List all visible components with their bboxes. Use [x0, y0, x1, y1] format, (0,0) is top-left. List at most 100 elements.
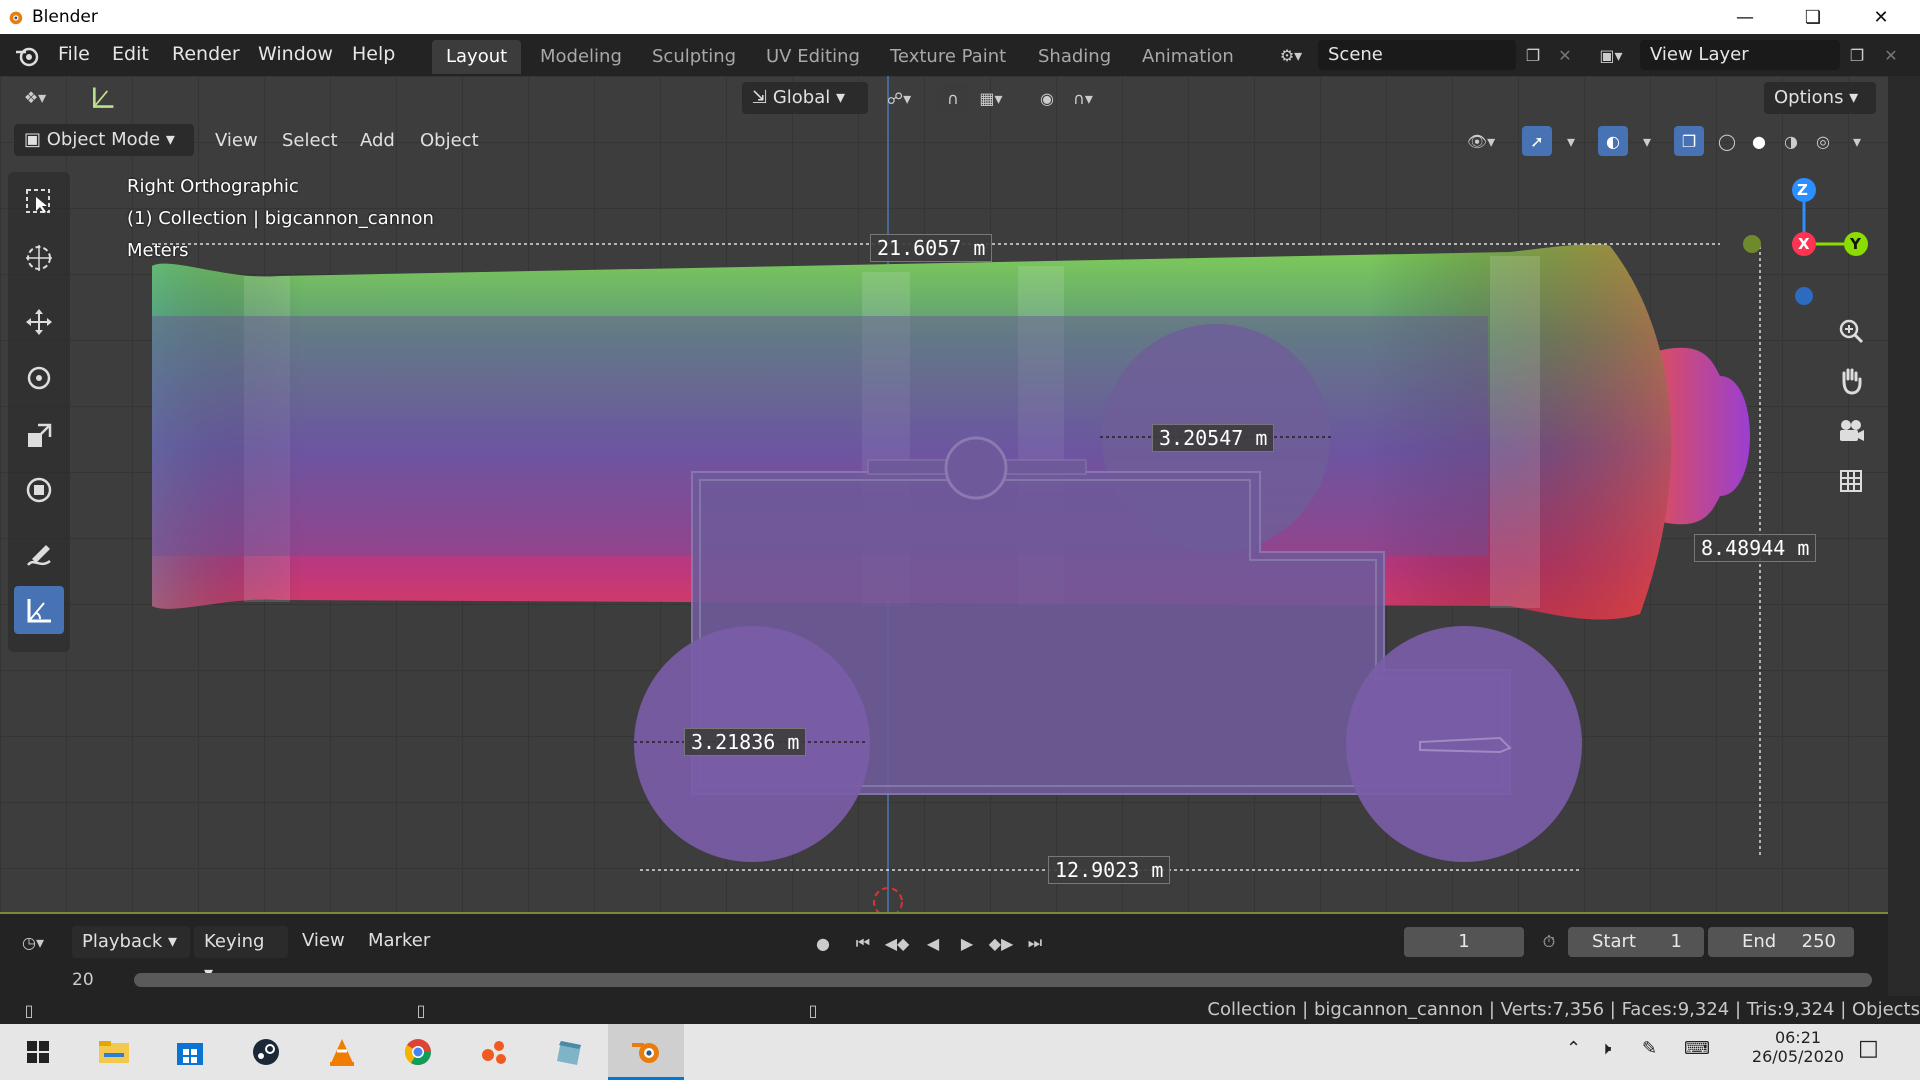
timeline-scrollbar[interactable] [134, 973, 1872, 987]
menu-window[interactable]: Window [258, 43, 333, 65]
pivot-point-icon[interactable]: ☍▾ [884, 83, 914, 113]
menu-file[interactable]: File [58, 43, 90, 65]
jump-start-icon[interactable]: ⏮ [848, 928, 878, 958]
viewport-menu-view[interactable]: View [215, 130, 258, 151]
timeline-ruler-first: 20 [72, 970, 94, 990]
delete-view-layer-icon[interactable]: ✕ [1876, 40, 1906, 70]
blender-logo-icon [9, 11, 23, 25]
viewport-menu-select[interactable]: Select [282, 130, 338, 151]
record-icon[interactable]: ● [808, 928, 838, 958]
restore-button[interactable]: ❏ [1784, 0, 1842, 34]
blender-icon[interactable] [608, 1024, 684, 1080]
tab-layout[interactable]: Layout [432, 40, 522, 74]
scene-name-field[interactable]: Scene [1318, 40, 1516, 70]
shading-rendered-icon[interactable]: ◎ [1808, 126, 1838, 156]
viewport-menu-object[interactable]: Object [420, 130, 479, 151]
start-frame-field[interactable]: Start 1 [1568, 927, 1704, 957]
new-view-layer-icon[interactable]: ❐ [1842, 40, 1872, 70]
blender-menu-icon[interactable] [14, 44, 40, 68]
overlays-toggle-icon[interactable]: ◐ [1598, 126, 1628, 156]
end-frame-field[interactable]: End 250 [1708, 927, 1854, 957]
volume-muted-icon[interactable]: 🕨 [1600, 1038, 1611, 1059]
shading-dropdown-icon[interactable]: ▾ [1842, 126, 1872, 156]
file-explorer-icon[interactable] [76, 1024, 152, 1080]
camera-view-icon[interactable] [1830, 410, 1872, 452]
shading-material-icon[interactable]: ◑ [1776, 126, 1806, 156]
viewport-menu-add[interactable]: Add [360, 130, 395, 151]
tab-texture-paint[interactable]: Texture Paint [876, 40, 1020, 74]
rotate-tool-icon[interactable] [14, 354, 64, 402]
transform-tool-icon[interactable] [14, 466, 64, 514]
delete-scene-icon[interactable]: ✕ [1550, 40, 1580, 70]
stopwatch-icon[interactable]: ⏱ [1534, 927, 1564, 957]
proportional-edit-icon[interactable]: ◉ [1032, 83, 1062, 113]
transform-orientation-dropdown[interactable]: ⇲ Global ▾ [742, 82, 868, 114]
ortho-grid-icon[interactable] [1830, 460, 1872, 502]
notifications-icon[interactable]: □ [1858, 1036, 1879, 1061]
current-frame-field[interactable]: 1 [1404, 927, 1524, 957]
end-value: 250 [1801, 931, 1836, 952]
pan-hand-icon[interactable] [1830, 360, 1872, 402]
gizmo-toggle-icon[interactable]: ➚ [1522, 126, 1552, 156]
close-window-button[interactable]: ✕ [1852, 0, 1910, 34]
zoom-icon[interactable] [1830, 310, 1872, 352]
next-keyframe-icon[interactable]: ◆▶ [986, 928, 1016, 958]
timeline-menu-marker[interactable]: Marker [368, 930, 430, 951]
gizmo-dropdown-icon[interactable]: ▾ [1556, 126, 1586, 156]
annotate-tool-icon[interactable] [14, 532, 64, 580]
menu-help[interactable]: Help [352, 43, 395, 65]
snap-target-icon[interactable]: ▦▾ [976, 83, 1006, 113]
tab-sculpting[interactable]: Sculpting [638, 40, 750, 74]
minimize-button[interactable]: — [1716, 0, 1774, 34]
tab-modeling[interactable]: Modeling [526, 40, 636, 74]
gizmo-x-label: X [1798, 235, 1810, 253]
clock[interactable]: 06:21 26/05/2020 [1750, 1028, 1846, 1066]
view-layer-field[interactable]: View Layer [1640, 40, 1840, 70]
start-label: Start [1592, 931, 1636, 952]
new-scene-icon[interactable]: ❐ [1518, 40, 1548, 70]
tab-animation[interactable]: Animation [1128, 40, 1248, 74]
prev-keyframe-icon[interactable]: ◀◆ [882, 928, 912, 958]
shading-wireframe-icon[interactable]: ◯ [1712, 126, 1742, 156]
viewport-header: ▣ Object Mode ▾ View Select Add Object 👁… [0, 120, 1888, 162]
object-mode-dropdown[interactable]: ▣ Object Mode ▾ [14, 124, 194, 156]
move-tool-icon[interactable] [14, 298, 64, 346]
measure-tool-icon[interactable] [14, 586, 64, 634]
tab-shading[interactable]: Shading [1024, 40, 1125, 74]
falloff-curve-icon[interactable]: ∩▾ [1068, 83, 1098, 113]
windows-start-icon[interactable] [0, 1024, 76, 1080]
options-dropdown[interactable]: Options ▾ [1764, 82, 1876, 114]
steam-icon[interactable] [228, 1024, 304, 1080]
keyboard-icon[interactable]: ⌨ [1684, 1038, 1710, 1059]
keying-dropdown[interactable]: Keying ▾ [194, 926, 288, 984]
chrome-icon[interactable] [380, 1024, 456, 1080]
app-orange-icon[interactable] [456, 1024, 532, 1080]
overlays-dropdown-icon[interactable]: ▾ [1632, 126, 1662, 156]
select-box-icon[interactable] [14, 178, 64, 226]
timeline-editor-type-icon[interactable]: ◷▾ [18, 927, 48, 957]
shading-solid-icon[interactable]: ● [1744, 126, 1774, 156]
pen-icon[interactable]: ✎ [1642, 1038, 1657, 1059]
play-icon[interactable]: ▶ [952, 928, 982, 958]
playback-dropdown[interactable]: Playback ▾ [72, 926, 190, 958]
menu-render[interactable]: Render [172, 43, 240, 65]
notebook-icon[interactable] [532, 1024, 608, 1080]
store-icon[interactable] [152, 1024, 228, 1080]
menu-edit[interactable]: Edit [112, 43, 149, 65]
timeline-menu-view[interactable]: View [302, 930, 345, 951]
cursor-tool-icon[interactable] [14, 234, 64, 282]
tray-chevron-icon[interactable]: ⌃ [1566, 1038, 1581, 1059]
view-layer-selector-icon[interactable]: ▣▾ [1596, 40, 1626, 70]
vlc-icon[interactable] [304, 1024, 380, 1080]
scale-tool-icon[interactable] [14, 412, 64, 460]
xray-toggle-icon[interactable]: ❐ [1674, 126, 1704, 156]
3d-viewport[interactable]: Right Orthographic (1) Collection | bigc… [0, 76, 1888, 912]
scene-selector-icon[interactable]: ⚙▾ [1276, 40, 1306, 70]
tab-uv-editing[interactable]: UV Editing [752, 40, 874, 74]
play-reverse-icon[interactable]: ◀ [918, 928, 948, 958]
visibility-eye-icon[interactable]: 👁▾ [1466, 126, 1496, 156]
properties-edge-strip[interactable] [1888, 76, 1920, 996]
snap-magnet-icon[interactable]: ∩ [938, 83, 968, 113]
jump-end-icon[interactable]: ⏭ [1020, 928, 1050, 958]
editor-type-icon[interactable]: ❖▾ [20, 82, 50, 112]
